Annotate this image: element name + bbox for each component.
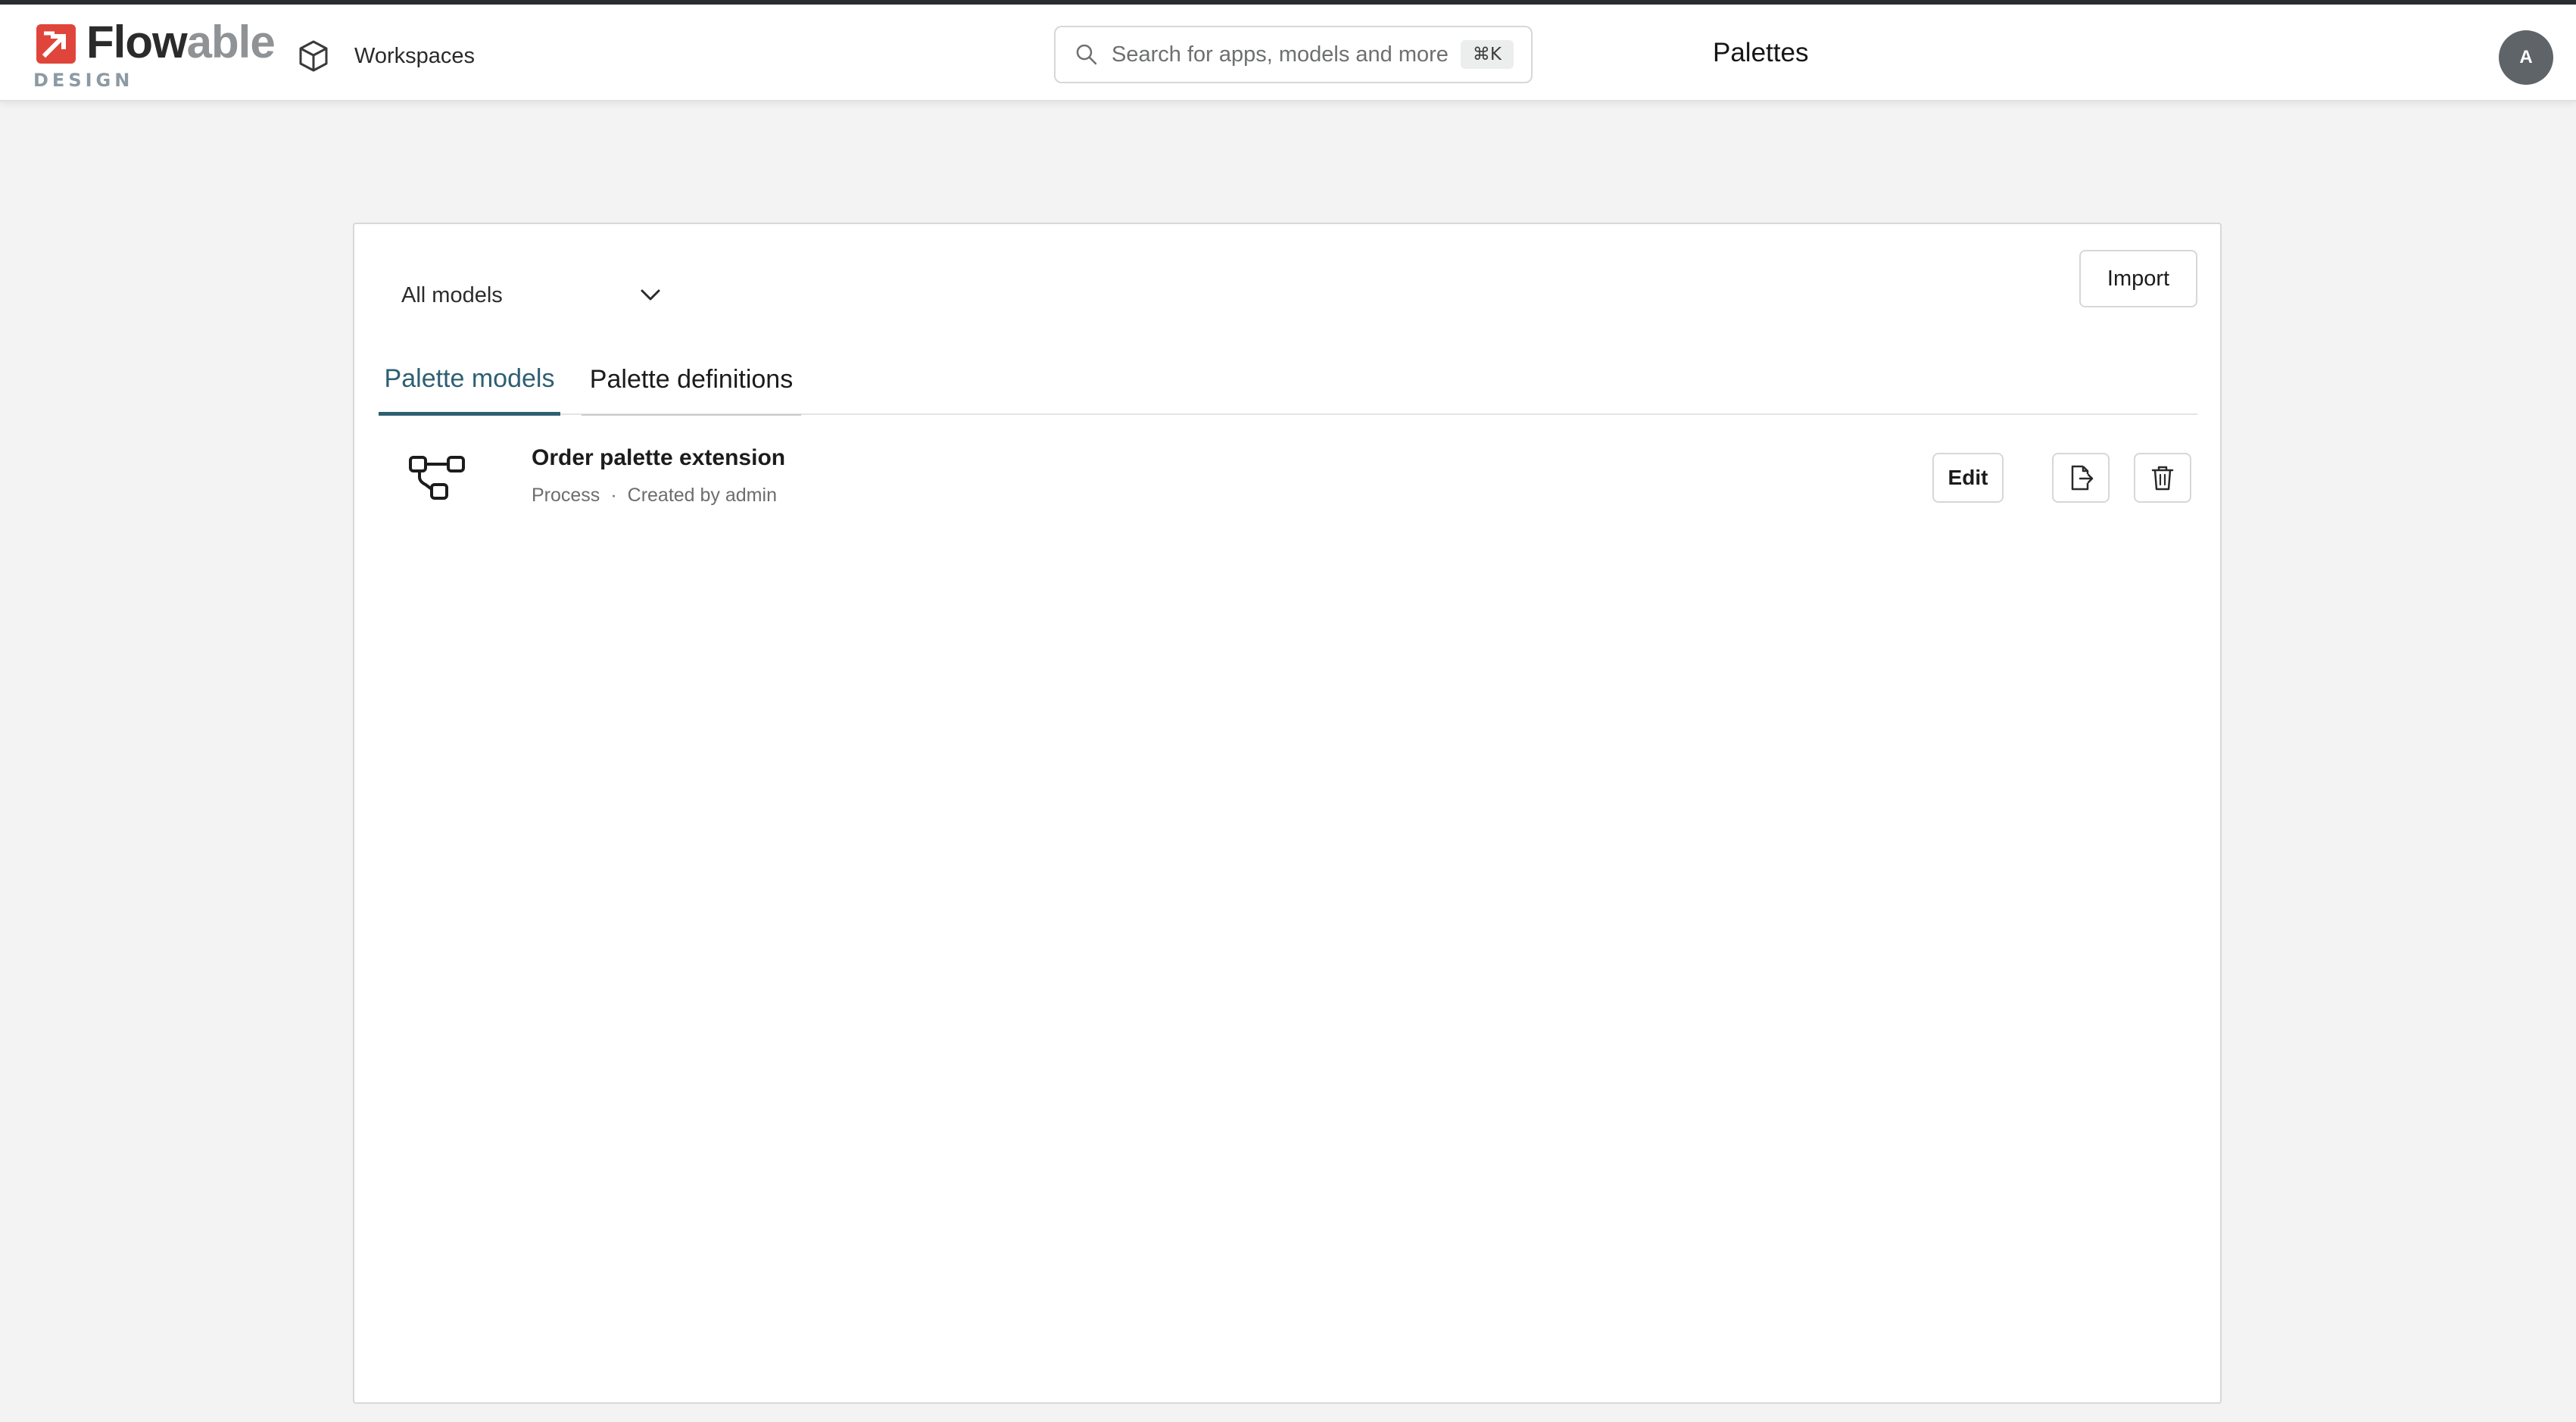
user-avatar[interactable]: A (2499, 30, 2553, 85)
flowable-logo-icon (36, 24, 76, 64)
model-filter-dropdown[interactable]: All models (401, 271, 660, 320)
palettes-card: All models Import Palette models Palette… (353, 223, 2222, 1404)
export-button[interactable] (2052, 453, 2110, 503)
import-button[interactable]: Import (2079, 250, 2197, 307)
flowable-logo[interactable]: Flowable DESIGN (33, 17, 276, 97)
model-creator: Created by admin (627, 485, 777, 506)
export-icon (2071, 465, 2094, 491)
logo-wordmark: Flowable (86, 15, 276, 70)
app-header: Flowable DESIGN Workspaces Search for ap… (0, 5, 2576, 101)
meta-separator: · (610, 485, 617, 506)
model-type: Process (532, 485, 600, 506)
tab-palette-definitions[interactable]: Palette definitions (582, 345, 801, 416)
logo-subtitle: DESIGN (33, 70, 134, 91)
global-search[interactable]: Search for apps, models and more ⌘K (1054, 26, 1533, 83)
list-item[interactable]: Order palette extension Process · Created … (379, 423, 2197, 521)
delete-button[interactable] (2134, 453, 2191, 503)
workspaces-label: Workspaces (354, 43, 476, 68)
search-shortcut-badge: ⌘K (1460, 40, 1514, 69)
tab-palette-models[interactable]: Palette models (379, 345, 560, 416)
model-filter-value: All models (401, 282, 503, 307)
cube-icon (299, 40, 328, 72)
process-model-icon (409, 456, 465, 500)
page-title: Palettes (1713, 38, 1809, 67)
palette-tabs: Palette models Palette definitions (379, 345, 2197, 416)
logo-word-main: Flow (86, 17, 188, 67)
model-meta: Process · Created by admin (532, 485, 777, 507)
logo-word-accent: able (186, 17, 276, 67)
search-placeholder: Search for apps, models and more (1112, 42, 1449, 67)
edit-button[interactable]: Edit (1932, 453, 2004, 503)
trash-icon (2151, 466, 2174, 491)
model-title[interactable]: Order palette extension (532, 445, 785, 471)
chevron-down-icon (641, 289, 660, 301)
workspaces-link[interactable]: Workspaces (295, 33, 475, 79)
search-icon (1076, 44, 1097, 65)
